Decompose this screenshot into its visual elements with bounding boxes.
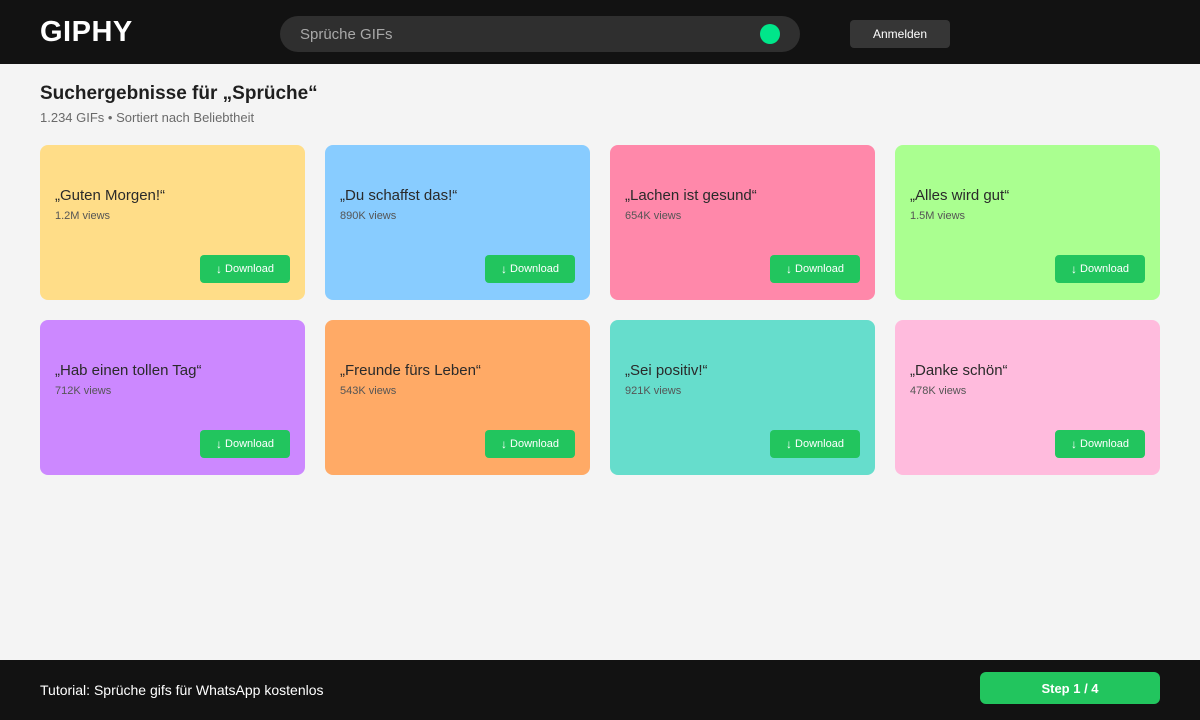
step-button[interactable]: Step 1 / 4 <box>980 672 1160 704</box>
download-arrow-icon: ↓ <box>786 262 793 276</box>
gif-card-views: 712K views <box>55 385 112 397</box>
tutorial-footer: Tutorial: Sprüche gifs für WhatsApp kost… <box>0 660 1200 720</box>
gif-card[interactable]: „Guten Morgen!“ 1.2M views ↓ Download <box>40 145 305 300</box>
results-meta: 1.234 GIFs • Sortiert nach Beliebtheit <box>40 110 255 125</box>
gif-card-title: „Du schaffst das!“ <box>340 187 458 204</box>
download-arrow-icon: ↓ <box>501 437 508 451</box>
gif-card[interactable]: „Alles wird gut“ 1.5M views ↓ Download <box>895 145 1160 300</box>
download-button[interactable]: ↓ Download <box>770 430 860 458</box>
tutorial-text: Tutorial: Sprüche gifs für WhatsApp kost… <box>40 682 324 698</box>
search-input[interactable] <box>300 16 740 52</box>
gif-card-views: 1.5M views <box>910 210 966 222</box>
gif-card-title: „Hab einen tollen Tag“ <box>55 362 202 379</box>
download-label: Download <box>510 263 559 275</box>
download-label: Download <box>510 438 559 450</box>
gif-card[interactable]: „Danke schön“ 478K views ↓ Download <box>895 320 1160 475</box>
gif-card-views: 654K views <box>625 210 682 222</box>
download-button[interactable]: ↓ Download <box>485 430 575 458</box>
gif-card-views: 543K views <box>340 385 397 397</box>
giphy-logo[interactable]: GIPHY <box>40 14 133 50</box>
gif-card-views: 921K views <box>625 385 682 397</box>
gif-card[interactable]: „Sei positiv!“ 921K views ↓ Download <box>610 320 875 475</box>
download-arrow-icon: ↓ <box>786 437 793 451</box>
gif-card-title: „Guten Morgen!“ <box>55 187 166 204</box>
gif-card-views: 478K views <box>910 385 967 397</box>
top-header: GIPHY Anmelden <box>0 0 1200 64</box>
search-indicator-icon[interactable] <box>760 24 780 44</box>
gif-grid: „Guten Morgen!“ 1.2M views ↓ Download „D… <box>40 145 1160 475</box>
download-arrow-icon: ↓ <box>1071 437 1078 451</box>
gif-card-title: „Freunde fürs Leben“ <box>340 362 481 379</box>
download-button[interactable]: ↓ Download <box>200 430 290 458</box>
download-arrow-icon: ↓ <box>501 262 508 276</box>
download-arrow-icon: ↓ <box>1071 262 1078 276</box>
gif-card[interactable]: „Lachen ist gesund“ 654K views ↓ Downloa… <box>610 145 875 300</box>
download-button[interactable]: ↓ Download <box>1055 430 1145 458</box>
login-button[interactable]: Anmelden <box>850 20 950 48</box>
download-button[interactable]: ↓ Download <box>200 255 290 283</box>
download-label: Download <box>1080 263 1129 275</box>
gif-card-title: „Lachen ist gesund“ <box>625 187 757 204</box>
gif-card[interactable]: „Hab einen tollen Tag“ 712K views ↓ Down… <box>40 320 305 475</box>
gif-card-title: „Sei positiv!“ <box>625 362 708 379</box>
download-label: Download <box>795 263 844 275</box>
download-button[interactable]: ↓ Download <box>485 255 575 283</box>
gif-card-title: „Alles wird gut“ <box>910 187 1010 204</box>
gif-card-title: „Danke schön“ <box>910 362 1008 379</box>
download-button[interactable]: ↓ Download <box>770 255 860 283</box>
download-label: Download <box>225 438 274 450</box>
gif-card-views: 1.2M views <box>55 210 111 222</box>
download-label: Download <box>1080 438 1129 450</box>
download-label: Download <box>795 438 844 450</box>
download-label: Download <box>225 263 274 275</box>
download-arrow-icon: ↓ <box>216 262 223 276</box>
gif-card-views: 890K views <box>340 210 397 222</box>
results-title: Suchergebnisse für „Sprüche“ <box>40 83 318 104</box>
download-arrow-icon: ↓ <box>216 437 223 451</box>
download-button[interactable]: ↓ Download <box>1055 255 1145 283</box>
gif-card[interactable]: „Freunde fürs Leben“ 543K views ↓ Downlo… <box>325 320 590 475</box>
search-bar[interactable] <box>280 16 800 52</box>
gif-card[interactable]: „Du schaffst das!“ 890K views ↓ Download <box>325 145 590 300</box>
